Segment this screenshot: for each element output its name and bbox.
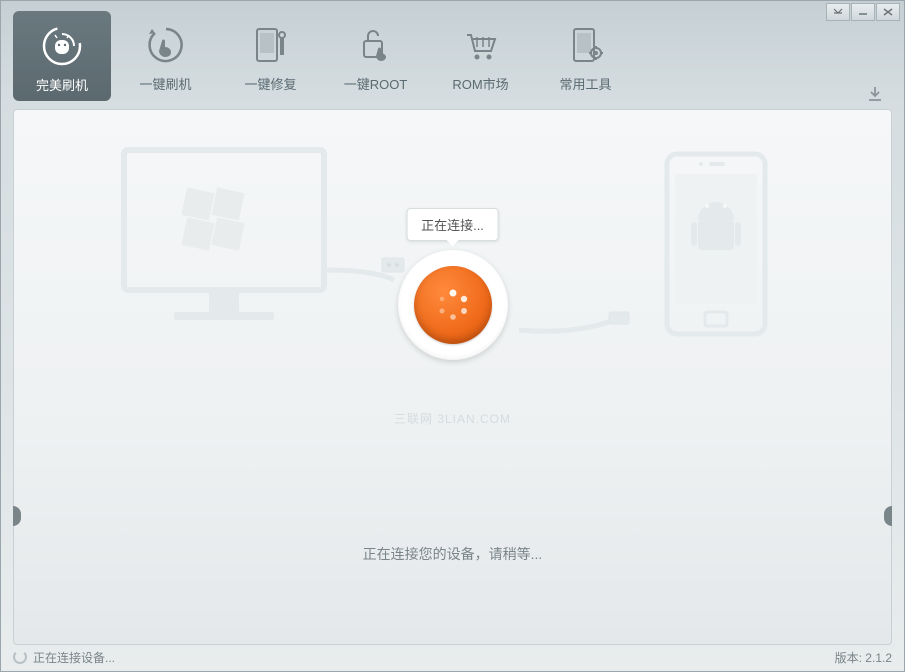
tab-label: 一键ROOT [344,74,408,93]
hand-refresh-icon [142,24,190,66]
app-window: 完美刷机 一键刷机 一键修复 [0,0,905,672]
tab-label: 完美刷机 [36,75,88,94]
tab-label: ROM市场 [452,74,508,93]
android-refresh-icon [38,25,86,67]
window-controls [826,3,900,21]
tab-label: 一键刷机 [139,74,191,93]
tab-one-click-flash[interactable]: 一键刷机 [113,7,218,103]
collapse-button[interactable] [826,3,850,21]
connecting-tooltip: 正在连接... [406,208,499,241]
tab-perfect-flash[interactable]: 完美刷机 [13,11,111,101]
tab-label: 常用工具 [559,74,611,93]
download-icon[interactable] [866,85,884,108]
main-panel: 正在连接... 三联网 3LIAN.COM 正在连接您的设备，请稍等... [13,109,892,645]
phone-gear-icon [562,24,610,66]
phone-wrench-icon [247,24,295,66]
connection-orb-inner [414,266,492,344]
footer-status: 正在连接设备... [13,649,115,666]
content-area: 正在连接... 三联网 3LIAN.COM 正在连接您的设备，请稍等... [14,110,891,644]
phone-illustration [661,150,771,340]
tab-rom-market[interactable]: ROM市场 [428,7,533,103]
main-toolbar: 完美刷机 一键刷机 一键修复 [1,1,904,103]
cart-icon [457,24,505,66]
status-message: 正在连接您的设备，请稍等... [14,544,891,564]
tab-common-tools[interactable]: 常用工具 [533,7,638,103]
tooltip-text: 正在连接... [421,218,484,233]
minimize-button[interactable] [851,3,875,21]
tab-one-click-repair[interactable]: 一键修复 [218,7,323,103]
lock-hand-icon [352,24,400,66]
status-bar: 正在连接设备... 版本: 2.1.2 [13,647,892,667]
tab-label: 一键修复 [244,74,296,93]
spinner-icon [13,650,27,664]
tab-one-click-root[interactable]: 一键ROOT [323,7,428,103]
version-label: 版本: 2.1.2 [835,649,892,666]
loading-dots-icon [414,266,492,344]
footer-status-text: 正在连接设备... [33,649,115,666]
close-button[interactable] [876,3,900,21]
watermark: 三联网 3LIAN.COM [394,410,511,427]
connection-orb[interactable] [398,250,508,360]
